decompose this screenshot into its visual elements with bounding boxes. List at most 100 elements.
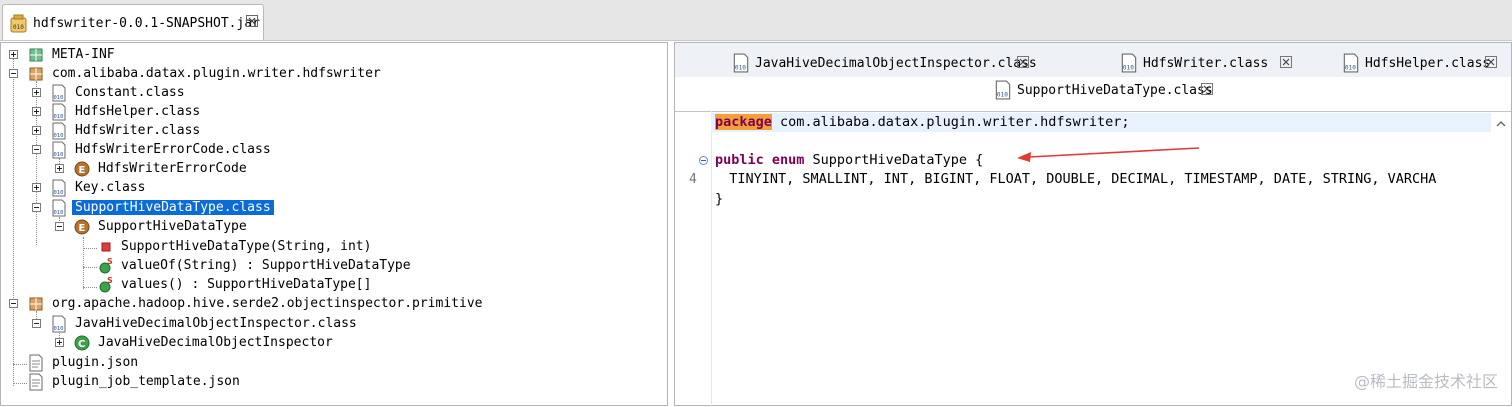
tree-label: plugin.json	[52, 355, 139, 370]
tree-label: JavaHiveDecimalObjectInspector.class	[75, 316, 357, 331]
code-line-4: TINYINT, SMALLINT, INT, BIGINT, FLOAT, D…	[713, 171, 1437, 187]
tree-label-selected: SupportHiveDataType.class	[72, 200, 274, 215]
file-icon	[29, 373, 43, 391]
jar-tab-label: hdfswriter-0.0.1-SNAPSHOT.jar	[33, 16, 260, 31]
editor-ruler	[711, 111, 712, 407]
enum-icon: E	[74, 219, 90, 235]
editor-tab-bar: 010 JavaHiveDecimalObjectInspector.class…	[675, 43, 1511, 112]
expand-icon[interactable]	[32, 183, 41, 192]
svg-text:010: 010	[735, 65, 746, 72]
class-file-icon: 010	[52, 141, 66, 159]
close-icon[interactable]	[1485, 56, 1497, 68]
svg-text:010: 010	[1123, 65, 1134, 72]
private-method-icon	[101, 242, 111, 252]
tree-label: plugin_job_template.json	[52, 374, 240, 389]
svg-text:S: S	[107, 276, 113, 285]
tree-label: HdfsWriter.class	[75, 123, 201, 138]
static-method-icon: S	[99, 257, 113, 274]
code-line-1: package com.alibaba.datax.plugin.writer.…	[715, 114, 1130, 130]
expand-icon[interactable]	[55, 338, 64, 347]
class-file-icon: 010	[733, 53, 749, 73]
tree-label: HdfsWriterErrorCode.class	[75, 142, 271, 157]
code-line-5: }	[715, 191, 724, 207]
editor-tab-label: JavaHiveDecimalObjectInspector.class	[755, 56, 1037, 71]
class-file-icon: 010	[52, 122, 66, 140]
expand-icon[interactable]	[9, 50, 18, 59]
tree-label: org.apache.hadoop.hive.serde2.objectinsp…	[52, 296, 483, 311]
class-icon: C	[74, 335, 90, 351]
collapse-icon[interactable]	[55, 222, 64, 231]
package-keyword: package	[715, 114, 772, 130]
collapse-icon[interactable]	[9, 69, 18, 78]
svg-text:010: 010	[54, 326, 64, 332]
scroll-up-icon[interactable]	[1495, 119, 1507, 129]
svg-text:010: 010	[54, 152, 64, 158]
expand-icon[interactable]	[55, 164, 64, 173]
expand-icon[interactable]	[32, 126, 41, 135]
tree-label: valueOf(String) : SupportHiveDataType	[121, 258, 411, 273]
class-file-icon: 010	[52, 315, 66, 333]
svg-text:S: S	[107, 257, 113, 266]
fold-collapse-icon[interactable]	[699, 156, 708, 165]
enum-declaration: SupportHiveDataType {	[804, 152, 984, 168]
svg-text:010: 010	[54, 190, 64, 196]
jar-file-icon: 010	[10, 14, 27, 33]
class-tree-pane: META-INF com.alibaba.datax.plugin.writer…	[0, 42, 668, 406]
svg-text:E: E	[79, 223, 86, 234]
class-file-icon: 010	[52, 103, 66, 121]
tree-label: Key.class	[75, 180, 146, 195]
package-name: com.alibaba.datax.plugin.writer.hdfswrit…	[771, 114, 1130, 130]
package-icon	[29, 67, 43, 81]
tree-label: com.alibaba.datax.plugin.writer.hdfswrit…	[52, 66, 381, 81]
close-icon[interactable]	[1017, 56, 1029, 68]
collapse-icon[interactable]	[32, 203, 41, 212]
svg-text:010: 010	[997, 92, 1008, 99]
tree-label: META-INF	[52, 47, 115, 62]
line-number: 4	[689, 172, 697, 187]
package-icon	[29, 48, 43, 62]
svg-text:010: 010	[13, 24, 24, 31]
tree-label: JavaHiveDecimalObjectInspector	[98, 335, 333, 350]
code-line-3: public enum SupportHiveDataType {	[715, 152, 983, 168]
red-arrow-annotation	[1017, 147, 1200, 162]
collapse-icon[interactable]	[32, 145, 41, 154]
static-method-icon: S	[99, 276, 113, 293]
close-icon[interactable]	[1280, 56, 1292, 68]
jar-file-tab[interactable]: 010 hdfswriter-0.0.1-SNAPSHOT.jar	[2, 4, 264, 40]
editor-tab-label: HdfsHelper.class	[1365, 56, 1491, 71]
svg-text:C: C	[78, 339, 85, 350]
top-tab-bar: 010 hdfswriter-0.0.1-SNAPSHOT.jar	[0, 0, 1512, 41]
class-file-icon: 010	[1343, 53, 1359, 73]
close-icon[interactable]	[1201, 83, 1213, 95]
svg-text:010: 010	[54, 114, 64, 120]
class-file-icon: 010	[52, 179, 66, 197]
file-icon	[29, 354, 43, 372]
tree-label: HdfsWriterErrorCode	[98, 161, 247, 176]
editor-tab-label: HdfsWriter.class	[1143, 56, 1269, 71]
svg-text:010: 010	[1345, 65, 1356, 72]
class-file-icon: 010	[1121, 53, 1137, 73]
collapse-icon[interactable]	[32, 319, 41, 328]
class-file-icon: 010	[52, 199, 66, 217]
tree-label: HdfsHelper.class	[75, 104, 201, 119]
tree-label: SupportHiveDataType(String, int)	[121, 239, 372, 254]
editor-pane: 010 JavaHiveDecimalObjectInspector.class…	[674, 42, 1512, 407]
enum-keyword: public enum	[715, 152, 805, 168]
svg-text:010: 010	[54, 210, 64, 216]
package-icon	[29, 297, 43, 311]
class-file-icon: 010	[52, 84, 66, 102]
expand-icon[interactable]	[32, 88, 41, 97]
expand-icon[interactable]	[32, 107, 41, 116]
tree-label: SupportHiveDataType	[98, 219, 247, 234]
svg-text:E: E	[79, 165, 86, 176]
collapse-icon[interactable]	[9, 299, 18, 308]
tree-label: Constant.class	[75, 85, 185, 100]
tree-label: values() : SupportHiveDataType[]	[121, 277, 372, 292]
editor-tab-label: SupportHiveDataType.class	[1017, 83, 1213, 98]
watermark: @稀土掘金技术社区	[1353, 372, 1498, 391]
class-file-icon: 010	[995, 80, 1011, 100]
svg-text:010: 010	[54, 133, 64, 139]
close-icon[interactable]	[246, 15, 258, 27]
svg-text:010: 010	[54, 95, 64, 101]
enum-icon: E	[74, 161, 90, 177]
